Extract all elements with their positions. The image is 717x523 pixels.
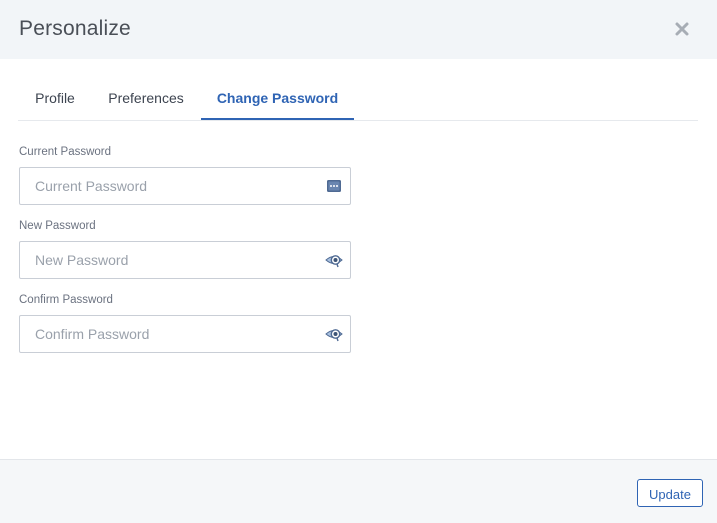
current-password-input[interactable] xyxy=(20,168,325,204)
confirm-password-label: Confirm Password xyxy=(19,294,113,306)
show-password-icon[interactable] xyxy=(325,251,343,269)
current-password-label: Current Password xyxy=(19,146,112,158)
new-password-input[interactable] xyxy=(20,242,325,278)
tab-preferences[interactable]: Preferences xyxy=(92,78,200,118)
current-password-field xyxy=(19,167,351,205)
modal-header: Personalize xyxy=(0,0,717,59)
confirm-password-input[interactable] xyxy=(20,316,325,352)
confirm-password-field xyxy=(19,315,351,353)
show-password-icon[interactable] xyxy=(325,325,343,343)
personalize-modal: Personalize Profile Preferences Change P… xyxy=(0,0,717,523)
update-button[interactable]: Update xyxy=(637,479,703,507)
modal-title: Personalize xyxy=(19,17,131,40)
tab-bar: Profile Preferences Change Password xyxy=(18,78,698,121)
new-password-label: New Password xyxy=(19,220,96,232)
tab-profile[interactable]: Profile xyxy=(18,78,92,118)
modal-footer: Update xyxy=(0,459,717,523)
new-password-field xyxy=(19,241,351,279)
close-icon[interactable] xyxy=(673,20,691,38)
tab-change-password[interactable]: Change Password xyxy=(201,78,354,120)
password-manager-icon[interactable] xyxy=(325,177,343,195)
